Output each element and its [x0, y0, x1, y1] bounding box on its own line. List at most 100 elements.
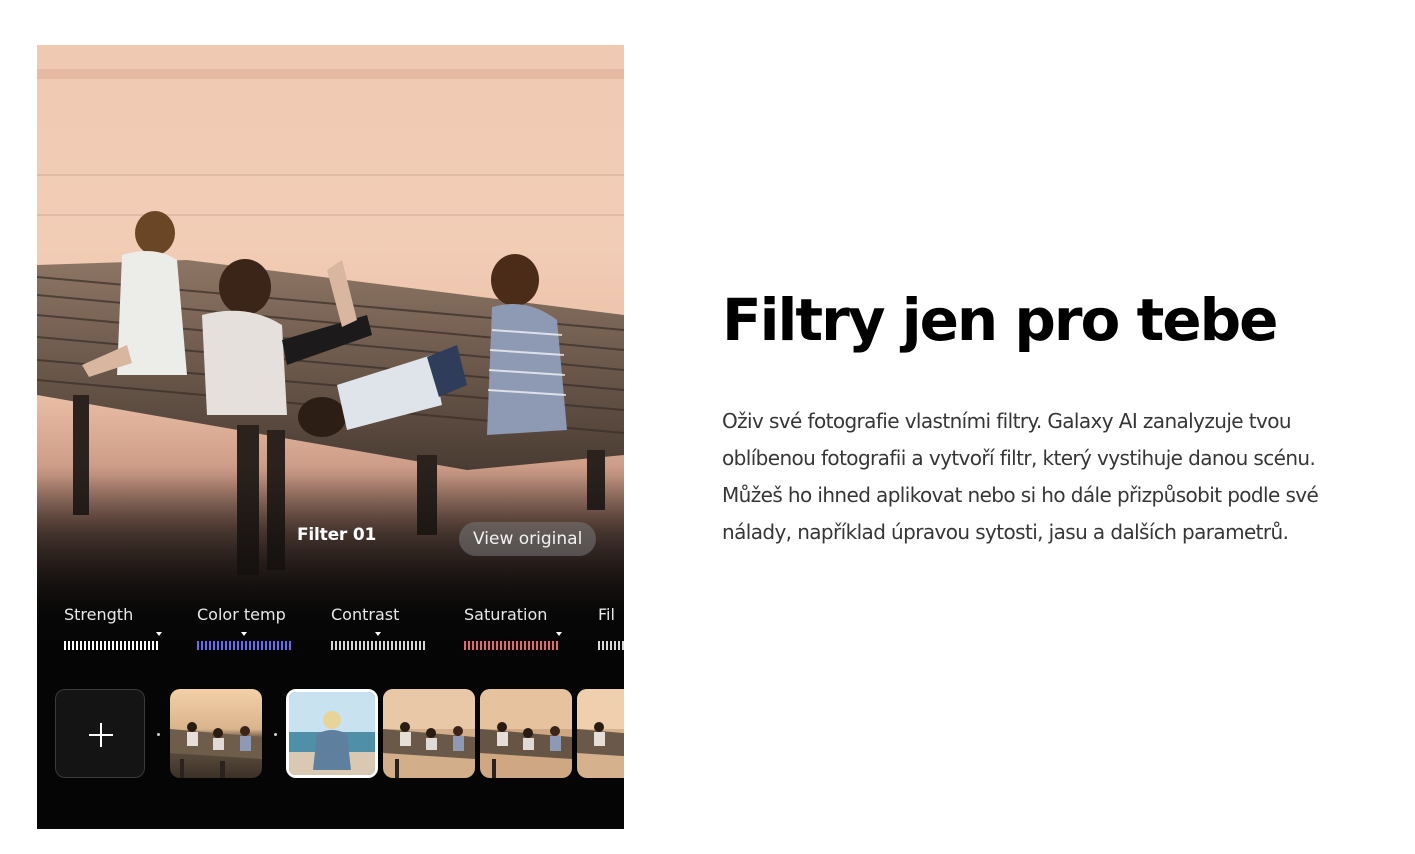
slider-tick [343, 641, 345, 650]
slider-tick [148, 641, 150, 650]
slider-tick [257, 641, 259, 650]
adjustment-sliders: Strength Color temp Contrast Saturation … [37, 605, 624, 661]
filter-name-label: Filter 01 [297, 525, 377, 545]
slider-tick [241, 641, 243, 650]
filter-thumbnail-selected[interactable] [286, 689, 378, 778]
slider-ticks [64, 641, 158, 650]
slider-tick [80, 641, 82, 650]
contrast-slider[interactable]: Contrast [331, 605, 456, 661]
slider-tick [221, 641, 223, 650]
slider-tick [520, 641, 522, 650]
slider-tick [217, 641, 219, 650]
slider-tick [492, 641, 494, 650]
slider-tick [120, 641, 122, 650]
photo-editor-mockup: Filter 01 View original Strength Color t… [37, 45, 624, 829]
slider-tick [84, 641, 86, 650]
slider-tick [88, 641, 90, 650]
view-original-button[interactable]: View original [459, 522, 597, 556]
slider-tick [552, 641, 554, 650]
slider-tick [277, 641, 279, 650]
slider-tick [152, 641, 154, 650]
slider-tick [548, 641, 550, 650]
slider-tick [480, 641, 482, 650]
slider-tick [92, 641, 94, 650]
slider-tick [387, 641, 389, 650]
slider-tick [197, 641, 199, 650]
slider-tick [379, 641, 381, 650]
slider-tick [351, 641, 353, 650]
section-headline: Filtry jen pro tebe [722, 286, 1278, 354]
filter-thumbnail[interactable] [577, 689, 624, 778]
slider-tick [289, 641, 291, 650]
slider-tick [237, 641, 239, 650]
pier-thumbnail-image [170, 689, 262, 778]
color-temp-slider[interactable]: Color temp [197, 605, 322, 661]
slider-ticks [197, 641, 291, 650]
slider-tick [407, 641, 409, 650]
separator-dot [157, 733, 160, 736]
slider-tick [201, 641, 203, 650]
slider-tick [96, 641, 98, 650]
slider-tick [265, 641, 267, 650]
slider-tick [108, 641, 110, 650]
slider-tick [556, 641, 558, 650]
slider-tick [476, 641, 478, 650]
slider-tick [528, 641, 530, 650]
filter-slider[interactable]: Fil [598, 605, 624, 661]
slider-tick [540, 641, 542, 650]
slider-tick [76, 641, 78, 650]
slider-ticks [464, 641, 558, 650]
slider-tick [124, 641, 126, 650]
slider-tick [375, 641, 377, 650]
filter-thumbnail[interactable] [383, 689, 475, 778]
slider-tick [614, 641, 616, 650]
slider-pointer-icon [556, 632, 562, 636]
add-filter-button[interactable] [55, 689, 145, 778]
slider-tick [233, 641, 235, 650]
pier-thumbnail-image [383, 689, 475, 778]
slider-tick [144, 641, 146, 650]
saturation-slider[interactable]: Saturation [464, 605, 589, 661]
slider-tick [598, 641, 600, 650]
slider-tick [508, 641, 510, 650]
slider-tick [355, 641, 357, 650]
slider-tick [415, 641, 417, 650]
strength-slider[interactable]: Strength [64, 605, 189, 661]
slider-tick [622, 641, 624, 650]
slider-tick [359, 641, 361, 650]
slider-tick [285, 641, 287, 650]
slider-tick [488, 641, 490, 650]
filter-thumbnail[interactable] [170, 689, 262, 778]
separator-dot [274, 733, 277, 736]
slider-tick [209, 641, 211, 650]
slider-tick [229, 641, 231, 650]
slider-tick [116, 641, 118, 650]
slider-tick [128, 641, 130, 650]
slider-tick [618, 641, 620, 650]
slider-tick [273, 641, 275, 650]
slider-tick [100, 641, 102, 650]
slider-tick [261, 641, 263, 650]
slider-tick [403, 641, 405, 650]
slider-tick [245, 641, 247, 650]
slider-tick [371, 641, 373, 650]
slider-label: Contrast [331, 605, 400, 624]
slider-tick [395, 641, 397, 650]
slider-ticks [331, 641, 425, 650]
filter-thumbnail[interactable] [480, 689, 572, 778]
filter-thumbnail-strip [37, 688, 624, 782]
slider-tick [136, 641, 138, 650]
slider-label: Color temp [197, 605, 286, 624]
slider-tick [464, 641, 466, 650]
slider-tick [156, 641, 158, 650]
beach-thumbnail-image [289, 692, 375, 775]
slider-tick [253, 641, 255, 650]
slider-tick [391, 641, 393, 650]
slider-pointer-icon [241, 632, 247, 636]
section-description: Oživ své fotografie vlastními filtry. Ga… [722, 409, 1319, 544]
slider-tick [383, 641, 385, 650]
slider-tick [281, 641, 283, 650]
slider-tick [249, 641, 251, 650]
slider-tick [512, 641, 514, 650]
slider-tick [484, 641, 486, 650]
